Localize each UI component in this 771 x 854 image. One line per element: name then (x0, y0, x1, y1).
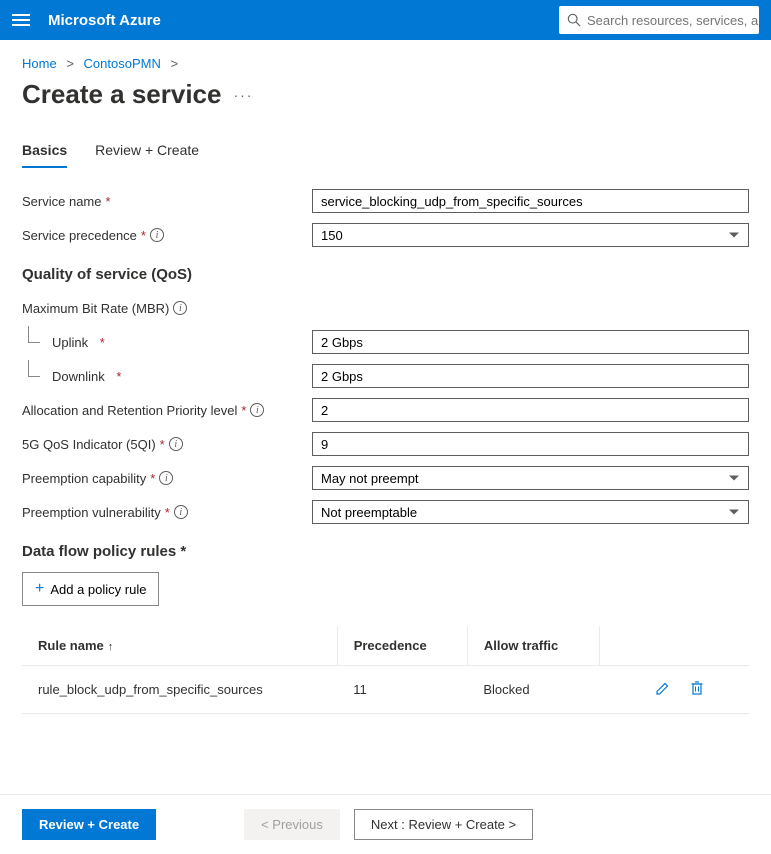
rules-heading: Data flow policy rules (22, 543, 176, 560)
review-create-button[interactable]: Review + Create (22, 809, 156, 840)
delete-icon[interactable] (689, 680, 705, 699)
col-actions (599, 626, 749, 666)
qos-heading: Quality of service (QoS) (22, 266, 749, 283)
info-icon[interactable]: i (159, 471, 173, 485)
tab-review-create[interactable]: Review + Create (95, 142, 199, 168)
required-indicator: * (141, 228, 146, 243)
qi-input[interactable] (312, 432, 749, 456)
required-indicator: * (180, 543, 186, 560)
col-rule-name[interactable]: Rule name↑ (22, 626, 337, 666)
arp-input[interactable] (312, 398, 749, 422)
add-policy-rule-label: Add a policy rule (50, 582, 146, 597)
plus-icon: + (35, 580, 44, 598)
add-policy-rule-button[interactable]: + Add a policy rule (22, 572, 159, 606)
table-row[interactable]: rule_block_udp_from_specific_sources 11 … (22, 666, 749, 714)
info-icon[interactable]: i (250, 403, 264, 417)
required-indicator: * (100, 335, 105, 350)
service-name-input[interactable] (312, 189, 749, 213)
info-icon[interactable]: i (174, 505, 188, 519)
cell-precedence: 11 (337, 666, 467, 714)
preempt-cap-label: Preemption capability (22, 471, 146, 486)
search-icon (567, 13, 581, 27)
arp-label: Allocation and Retention Priority level (22, 403, 237, 418)
edit-icon[interactable] (655, 680, 671, 699)
downlink-input[interactable] (312, 364, 749, 388)
tabs-bar: Basics Review + Create (22, 142, 749, 168)
uplink-input[interactable] (312, 330, 749, 354)
sort-asc-icon: ↑ (108, 641, 114, 653)
info-icon[interactable]: i (169, 437, 183, 451)
required-indicator: * (116, 369, 121, 384)
previous-button: < Previous (244, 809, 340, 840)
more-actions-icon[interactable]: ··· (233, 87, 253, 103)
service-name-label: Service name (22, 194, 101, 209)
breadcrumb: Home > ContosoPMN > (22, 56, 749, 71)
downlink-label: Downlink (52, 369, 105, 384)
info-icon[interactable]: i (150, 228, 164, 242)
chevron-right-icon: > (66, 56, 74, 71)
required-indicator: * (150, 471, 155, 486)
cell-allow: Blocked (467, 666, 599, 714)
mbr-label: Maximum Bit Rate (MBR) (22, 301, 169, 316)
azure-topbar: Microsoft Azure (0, 0, 771, 40)
required-indicator: * (241, 403, 246, 418)
col-allow-traffic[interactable]: Allow traffic (467, 626, 599, 666)
cell-rule-name: rule_block_udp_from_specific_sources (22, 666, 337, 714)
qi-label: 5G QoS Indicator (5QI) (22, 437, 156, 452)
service-precedence-label: Service precedence (22, 228, 137, 243)
search-input[interactable] (587, 13, 759, 28)
wizard-footer: Review + Create < Previous Next : Review… (0, 794, 771, 854)
hamburger-menu-icon[interactable] (12, 11, 30, 29)
service-precedence-select[interactable] (312, 223, 749, 247)
preempt-cap-select[interactable] (312, 466, 749, 490)
required-indicator: * (160, 437, 165, 452)
chevron-right-icon: > (170, 56, 178, 71)
global-search[interactable] (559, 6, 759, 34)
brand-label: Microsoft Azure (48, 12, 559, 29)
next-button[interactable]: Next : Review + Create > (354, 809, 533, 840)
col-precedence[interactable]: Precedence (337, 626, 467, 666)
tab-basics[interactable]: Basics (22, 142, 67, 168)
breadcrumb-home[interactable]: Home (22, 56, 57, 71)
breadcrumb-contosopmn[interactable]: ContosoPMN (84, 56, 161, 71)
page-title: Create a service (22, 79, 221, 110)
preempt-vul-select[interactable] (312, 500, 749, 524)
info-icon[interactable]: i (173, 301, 187, 315)
preempt-vul-label: Preemption vulnerability (22, 505, 161, 520)
required-indicator: * (165, 505, 170, 520)
uplink-label: Uplink (52, 335, 88, 350)
required-indicator: * (105, 194, 110, 209)
policy-rules-table: Rule name↑ Precedence Allow traffic rule… (22, 626, 749, 714)
